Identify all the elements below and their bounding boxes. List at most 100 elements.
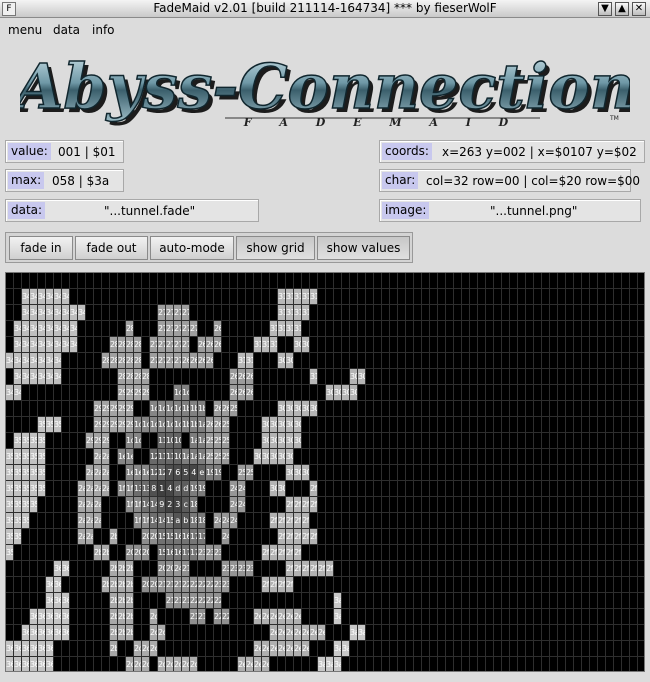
grid-cell[interactable]	[414, 625, 422, 641]
grid-cell[interactable]: 31	[310, 369, 318, 385]
grid-cell[interactable]: 20	[126, 545, 134, 561]
grid-cell[interactable]	[270, 497, 278, 513]
grid-cell[interactable]	[326, 321, 334, 337]
grid-cell[interactable]: 34	[6, 385, 14, 401]
grid-cell[interactable]: 30	[278, 433, 286, 449]
grid-cell[interactable]	[14, 545, 22, 561]
grid-cell[interactable]	[414, 529, 422, 545]
grid-cell[interactable]	[310, 465, 318, 481]
grid-cell[interactable]	[454, 385, 462, 401]
grid-cell[interactable]	[550, 513, 558, 529]
grid-cell[interactable]: 14	[142, 497, 150, 513]
grid-cell[interactable]	[62, 545, 70, 561]
grid-cell[interactable]: 2a	[86, 529, 94, 545]
grid-cell[interactable]: 30	[262, 449, 270, 465]
grid-cell[interactable]	[78, 337, 86, 353]
grid-cell[interactable]: 2a	[78, 481, 86, 497]
grid-cell[interactable]	[566, 273, 574, 289]
grid-cell[interactable]	[54, 273, 62, 289]
grid-cell[interactable]	[606, 593, 614, 609]
grid-cell[interactable]: 2a	[86, 497, 94, 513]
grid-cell[interactable]	[94, 593, 102, 609]
grid-cell[interactable]: 19	[214, 465, 222, 481]
grid-cell[interactable]	[630, 641, 638, 657]
grid-cell[interactable]	[526, 625, 534, 641]
grid-cell[interactable]	[334, 321, 342, 337]
grid-cell[interactable]: 36	[38, 609, 46, 625]
grid-cell[interactable]: 24	[238, 497, 246, 513]
grid-cell[interactable]	[590, 449, 598, 465]
grid-cell[interactable]: 15	[158, 529, 166, 545]
grid-cell[interactable]: 3a	[326, 657, 334, 671]
fade-in-button[interactable]: fade in	[9, 236, 73, 260]
grid-cell[interactable]: 29	[102, 401, 110, 417]
grid-cell[interactable]	[438, 321, 446, 337]
grid-cell[interactable]: 2c	[150, 641, 158, 657]
grid-cell[interactable]	[286, 657, 294, 671]
grid-cell[interactable]: 35	[14, 481, 22, 497]
grid-cell[interactable]	[286, 481, 294, 497]
grid-cell[interactable]	[614, 657, 622, 671]
grid-cell[interactable]: 27	[166, 337, 174, 353]
grid-cell[interactable]	[366, 289, 374, 305]
grid-cell[interactable]: 2e	[302, 625, 310, 641]
grid-cell[interactable]	[270, 289, 278, 305]
grid-cell[interactable]: 35	[46, 417, 54, 433]
grid-cell[interactable]	[238, 337, 246, 353]
grid-cell[interactable]: 12	[150, 449, 158, 465]
grid-cell[interactable]	[446, 641, 454, 657]
grid-cell[interactable]: 36	[14, 657, 22, 671]
grid-cell[interactable]: 2f	[286, 513, 294, 529]
grid-cell[interactable]	[606, 369, 614, 385]
grid-cell[interactable]	[614, 465, 622, 481]
grid-cell[interactable]	[462, 433, 470, 449]
grid-cell[interactable]: 30	[294, 433, 302, 449]
grid-cell[interactable]	[246, 305, 254, 321]
grid-cell[interactable]: 35	[6, 481, 14, 497]
grid-cell[interactable]	[182, 641, 190, 657]
grid-cell[interactable]	[166, 289, 174, 305]
grid-cell[interactable]: 15	[158, 545, 166, 561]
grid-cell[interactable]	[70, 481, 78, 497]
grid-cell[interactable]	[470, 609, 478, 625]
grid-cell[interactable]	[630, 321, 638, 337]
grid-cell[interactable]	[566, 417, 574, 433]
grid-cell[interactable]	[630, 465, 638, 481]
grid-cell[interactable]	[422, 481, 430, 497]
grid-cell[interactable]: 27	[182, 337, 190, 353]
grid-cell[interactable]	[590, 433, 598, 449]
grid-cell[interactable]: 30	[302, 401, 310, 417]
grid-cell[interactable]	[630, 353, 638, 369]
grid-cell[interactable]	[62, 497, 70, 513]
grid-cell[interactable]	[318, 449, 326, 465]
grid-cell[interactable]: 35	[22, 449, 30, 465]
grid-cell[interactable]	[102, 497, 110, 513]
grid-cell[interactable]: 2b	[110, 529, 118, 545]
grid-cell[interactable]	[102, 657, 110, 671]
grid-cell[interactable]: 31	[270, 337, 278, 353]
grid-cell[interactable]	[566, 657, 574, 671]
grid-cell[interactable]: 22	[214, 593, 222, 609]
grid-cell[interactable]: 28	[134, 369, 142, 385]
grid-cell[interactable]	[510, 385, 518, 401]
grid-cell[interactable]: 2d	[182, 657, 190, 671]
grid-cell[interactable]	[310, 321, 318, 337]
grid-cell[interactable]	[582, 481, 590, 497]
grid-cell[interactable]	[494, 641, 502, 657]
grid-cell[interactable]	[622, 657, 630, 671]
grid-cell[interactable]	[374, 641, 382, 657]
grid-cell[interactable]	[230, 337, 238, 353]
grid-cell[interactable]	[542, 657, 550, 671]
grid-cell[interactable]	[102, 289, 110, 305]
grid-cell[interactable]: 2e	[254, 657, 262, 671]
grid-cell[interactable]	[494, 657, 502, 671]
grid-cell[interactable]	[342, 337, 350, 353]
grid-cell[interactable]: 2a	[78, 497, 86, 513]
grid-cell[interactable]	[230, 321, 238, 337]
grid-cell[interactable]	[142, 401, 150, 417]
grid-cell[interactable]	[334, 497, 342, 513]
grid-cell[interactable]	[382, 545, 390, 561]
grid-cell[interactable]	[510, 273, 518, 289]
grid-cell[interactable]	[566, 609, 574, 625]
grid-cell[interactable]	[598, 449, 606, 465]
